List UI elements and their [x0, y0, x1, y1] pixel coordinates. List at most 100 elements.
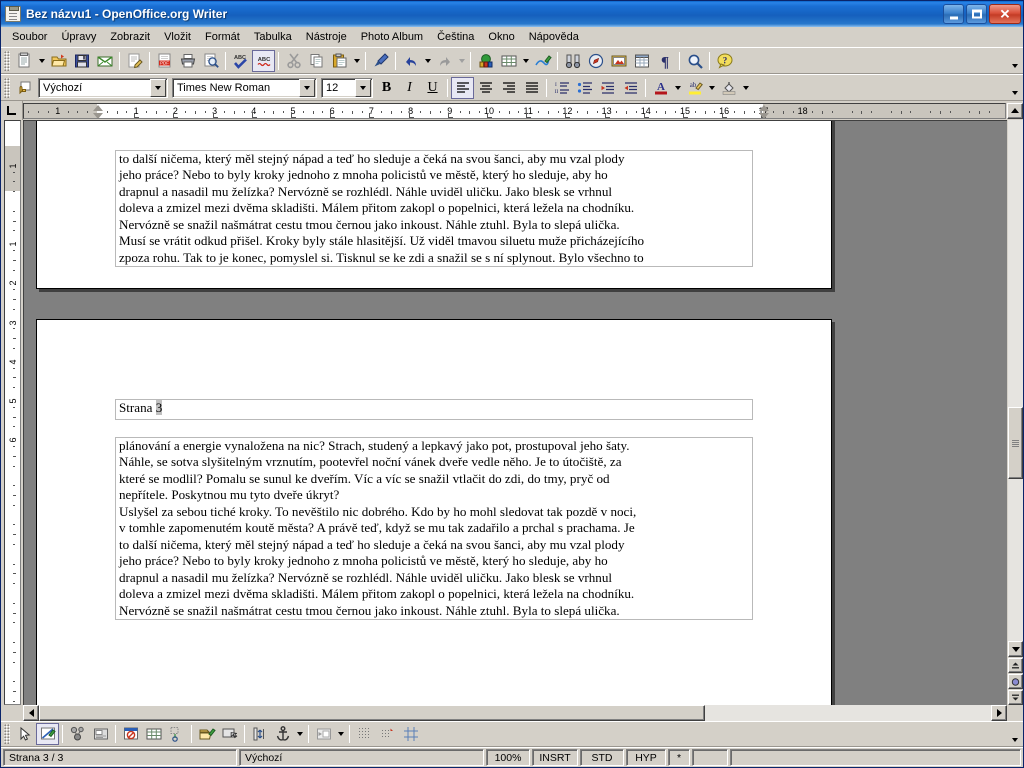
gallery-icon[interactable]	[607, 50, 630, 72]
left-indent-marker[interactable]	[92, 105, 103, 118]
ruler-tab-stop[interactable]	[604, 113, 610, 118]
menu-cestina[interactable]: Čeština	[430, 29, 481, 45]
status-zoom[interactable]: 100%	[486, 749, 530, 766]
undo-dropdown[interactable]	[422, 50, 433, 72]
line-icon[interactable]	[36, 723, 59, 745]
vertical-ruler[interactable]: 1 1 2 3 4 5 6	[4, 120, 21, 705]
print-icon[interactable]	[176, 50, 199, 72]
open-icon[interactable]	[47, 50, 70, 72]
new-document-icon[interactable]	[13, 50, 36, 72]
status-style[interactable]: Výchozí	[239, 749, 484, 766]
copy-icon[interactable]	[305, 50, 328, 72]
grid-icon[interactable]	[353, 723, 376, 745]
menu-vlozit[interactable]: Vložit	[157, 29, 198, 45]
spellcheck-icon[interactable]: ABC	[229, 50, 252, 72]
maximize-button[interactable]	[966, 4, 987, 24]
font-color-icon[interactable]: A	[649, 77, 672, 99]
paste-dropdown[interactable]	[351, 50, 362, 72]
underline-button[interactable]: U	[421, 77, 444, 99]
scroll-left-icon[interactable]	[23, 705, 39, 721]
text-frame[interactable]: to další ničema, který měl stejný nápad …	[115, 150, 753, 267]
align-justified-icon[interactable]	[520, 77, 543, 99]
navigation-icon[interactable]	[1008, 674, 1023, 689]
status-hyperlink-mode[interactable]: HYP	[626, 749, 666, 766]
align-left-icon[interactable]	[451, 76, 474, 99]
right-indent-marker[interactable]	[758, 105, 769, 118]
menu-format[interactable]: Formát	[198, 29, 247, 45]
from-file-icon[interactable]	[218, 723, 241, 745]
helplines-icon[interactable]	[399, 723, 422, 745]
increase-indent-icon[interactable]	[619, 77, 642, 99]
scroll-down-icon[interactable]	[1008, 641, 1023, 657]
export-pdf-icon[interactable]: PDF	[153, 50, 176, 72]
horizontal-ruler[interactable]: 1 1 2 3 4 5 6 7 8 9 10 11 12 13 14 15 16 17 18	[23, 103, 1006, 119]
chevron-down-icon[interactable]	[299, 78, 315, 97]
highlighting-dropdown[interactable]	[706, 77, 717, 99]
insert-table-icon[interactable]	[497, 50, 520, 72]
numbered-list-icon[interactable]: I II	[550, 77, 573, 99]
menu-zobrazit[interactable]: Zobrazit	[103, 29, 157, 45]
bold-button[interactable]: B	[375, 77, 398, 99]
status-page[interactable]: Strana 3 / 3	[3, 749, 237, 766]
chevron-down-icon[interactable]	[355, 78, 371, 97]
undo-icon[interactable]	[399, 50, 422, 72]
background-color-dropdown[interactable]	[740, 77, 751, 99]
font-size-combo[interactable]: 12	[321, 77, 373, 98]
vertical-scrollbar[interactable]	[1007, 120, 1023, 705]
zoom-icon[interactable]	[683, 50, 706, 72]
text-frame[interactable]: plánování a energie vynaložena na nic? S…	[115, 437, 753, 620]
menu-okno[interactable]: Okno	[481, 29, 521, 45]
new-document-dropdown[interactable]	[36, 50, 47, 72]
vertical-scroll-thumb[interactable]	[1008, 406, 1023, 480]
anchor-icon[interactable]	[271, 723, 294, 745]
ruler-tab-stop[interactable]	[683, 113, 688, 118]
edit-file-icon[interactable]	[123, 50, 146, 72]
font-color-dropdown[interactable]	[672, 77, 683, 99]
ruler-tab-stop[interactable]	[369, 113, 375, 118]
draw-functions-icon[interactable]	[531, 50, 554, 72]
cut-icon[interactable]	[282, 50, 305, 72]
data-sources-icon[interactable]	[630, 50, 653, 72]
ruler-tab-stop[interactable]	[173, 113, 179, 118]
status-modified[interactable]: *	[668, 749, 690, 766]
find-replace-icon[interactable]	[561, 50, 584, 72]
horizontal-scroll-track[interactable]	[39, 705, 991, 721]
font-name-combo[interactable]: Times New Roman	[172, 77, 317, 98]
status-selection-mode[interactable]: STD	[580, 749, 624, 766]
ruler-tab-stop[interactable]	[447, 113, 453, 118]
toolbar-grip[interactable]	[4, 724, 10, 744]
formatting-marks-icon[interactable]: ¶	[653, 50, 676, 72]
menu-upravy[interactable]: Úpravy	[54, 29, 103, 45]
background-color-icon[interactable]	[717, 77, 740, 99]
navigator-icon[interactable]	[584, 50, 607, 72]
ruler-tab-stop[interactable]	[487, 113, 492, 118]
ellipse-icon[interactable]	[89, 723, 112, 745]
align-objects-icon[interactable]	[248, 723, 271, 745]
highlighting-icon[interactable]: ab	[683, 77, 706, 99]
document-canvas[interactable]: to další ničema, který měl stejný nápad …	[23, 120, 1007, 705]
tab-stop-icon[interactable]	[1, 101, 23, 120]
ruler-tab-stop[interactable]	[408, 113, 414, 118]
menu-nastroje[interactable]: Nástroje	[299, 29, 354, 45]
toolbar-grip[interactable]	[4, 77, 10, 98]
horizontal-scroll-thumb[interactable]	[39, 705, 706, 721]
page-3[interactable]: Strana 3 plánování a energie vynaložena …	[36, 319, 832, 705]
fontwork-icon[interactable]	[195, 723, 218, 745]
basic-shapes-icon[interactable]	[165, 723, 188, 745]
bulleted-list-icon[interactable]	[573, 77, 596, 99]
ruler-tab-stop[interactable]	[251, 113, 257, 118]
paragraph-style-combo[interactable]: Výchozí	[38, 77, 168, 98]
ruler-tab-stop[interactable]	[722, 113, 728, 118]
help-icon[interactable]: ?	[713, 50, 736, 72]
snap-to-grid-icon[interactable]	[376, 723, 399, 745]
minimize-button[interactable]	[943, 4, 964, 24]
scroll-right-icon[interactable]	[991, 705, 1007, 721]
select-icon[interactable]	[13, 723, 36, 745]
save-icon[interactable]	[70, 50, 93, 72]
page-2-partial[interactable]: to další ničema, který měl stejný nápad …	[36, 121, 832, 289]
print-preview-icon[interactable]	[199, 50, 222, 72]
menu-soubor[interactable]: Soubor	[5, 29, 54, 45]
ruler-tab-stop[interactable]	[134, 113, 140, 118]
text-box-icon[interactable]	[119, 723, 142, 745]
menu-photo-album[interactable]: Photo Album	[354, 29, 430, 45]
